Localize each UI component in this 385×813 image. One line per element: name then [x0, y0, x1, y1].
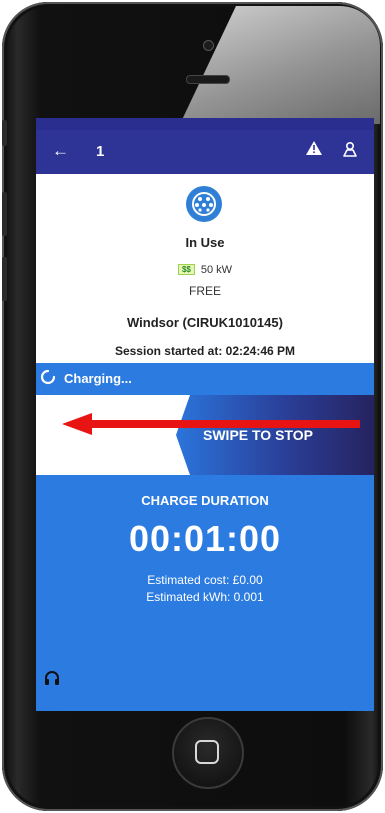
station-name: Windsor (CIRUK1010145) [127, 315, 283, 330]
status-bar [36, 118, 374, 130]
app-bar-title: 1 [96, 143, 105, 160]
volume-down-button [2, 257, 7, 301]
charging-status-bar: Charging... [36, 363, 374, 395]
app-screen: ← 1 In Use $$ 50 kW FREE Windsor (CIRUK1… [36, 118, 374, 711]
charging-label: Charging... [64, 371, 132, 386]
app-bar: ← 1 [36, 130, 374, 174]
estimated-cost: Estimated cost: £0.00 [147, 573, 263, 587]
home-button[interactable] [172, 717, 244, 789]
power-value: 50 kW [200, 264, 233, 276]
swipe-to-stop-button[interactable]: SWIPE TO STOP [176, 395, 374, 475]
session-start: Session started at: 02:24:46 PM [114, 344, 296, 358]
headset-icon[interactable] [44, 670, 60, 686]
tariff-badge: $$ [177, 264, 195, 275]
estimated-kwh: Estimated kWh: 0.001 [146, 590, 264, 604]
charger-power: $$ 50 kW [36, 264, 374, 276]
charger-status: In Use [185, 235, 225, 250]
duration-time: 00:01:00 [128, 518, 282, 559]
front-camera [203, 40, 214, 51]
type2-connector-icon [186, 186, 222, 222]
loading-spinner-icon [40, 369, 56, 385]
charger-price: FREE [188, 284, 221, 298]
duration-title: CHARGE DURATION [141, 493, 269, 508]
charge-duration-panel: CHARGE DURATION 00:01:00 Estimated cost:… [36, 475, 374, 711]
red-arrow-left-icon [62, 413, 360, 435]
swipe-area[interactable]: SWIPE TO STOP [36, 395, 374, 475]
earpiece-speaker [186, 75, 230, 84]
screen-glare [180, 6, 380, 124]
volume-up-button [2, 192, 7, 236]
home-square-icon [195, 740, 219, 764]
user-icon[interactable] [342, 141, 358, 157]
warning-icon[interactable] [306, 141, 322, 155]
arrow-left-icon[interactable]: ← [52, 141, 69, 161]
mute-switch [2, 120, 7, 146]
